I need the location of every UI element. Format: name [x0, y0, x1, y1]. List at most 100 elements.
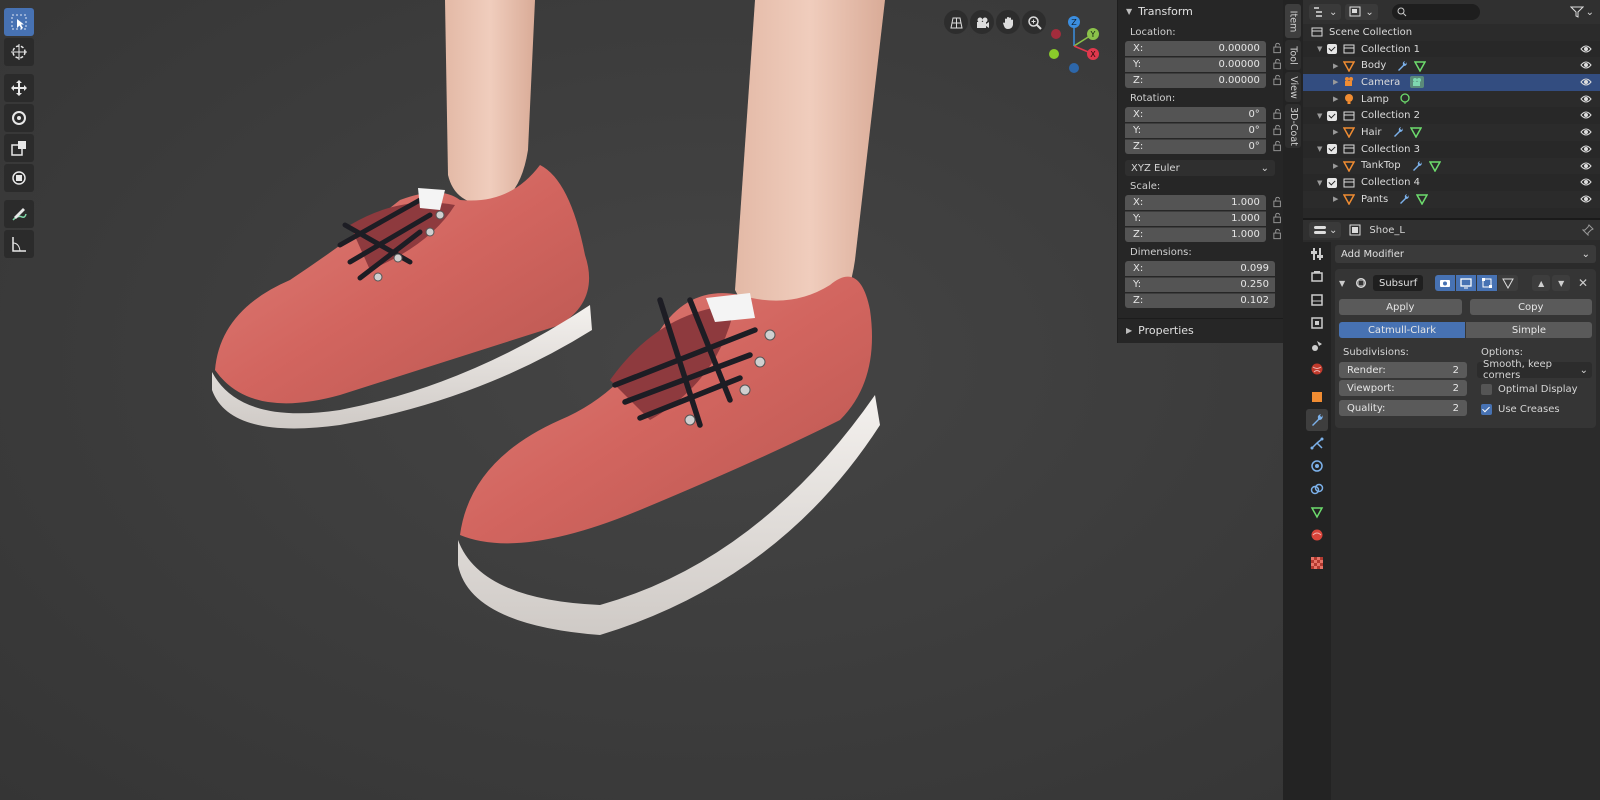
tab-tool-settings[interactable] — [1306, 243, 1328, 265]
expand-arrow-icon[interactable]: ▼ — [1317, 145, 1327, 153]
lock-icon[interactable] — [1272, 212, 1283, 224]
tab-texture[interactable] — [1306, 552, 1328, 574]
wrench-icon[interactable] — [1398, 193, 1410, 205]
eye-icon[interactable] — [1580, 77, 1592, 87]
tab-scene[interactable] — [1306, 335, 1328, 357]
lock-icon[interactable] — [1272, 140, 1283, 152]
lock-icon[interactable] — [1272, 108, 1283, 120]
rotation-mode-select[interactable]: XYZ Euler ⌄ — [1125, 160, 1275, 176]
scale-z-field[interactable]: Z: 1.000 — [1125, 226, 1266, 242]
scale-y-field[interactable]: Y: 1.000 — [1125, 210, 1266, 226]
tab-output[interactable] — [1306, 289, 1328, 311]
mesh-data-icon[interactable] — [1428, 160, 1441, 172]
measure-tool[interactable] — [4, 230, 34, 258]
outliner-row-pants[interactable]: ▶ Pants — [1303, 190, 1600, 208]
expand-arrow-icon[interactable]: ▼ — [1317, 112, 1327, 120]
apply-button[interactable]: Apply — [1339, 299, 1462, 315]
tab-view-layer[interactable] — [1306, 312, 1328, 334]
gizmo-neg-y[interactable] — [1049, 49, 1059, 59]
eye-icon[interactable] — [1580, 127, 1592, 137]
transform-panel-header[interactable]: ▼ Transform — [1118, 0, 1283, 22]
3d-viewport[interactable]: Z Y X — [0, 0, 1283, 800]
tab-material[interactable] — [1306, 524, 1328, 546]
use-creases-row[interactable]: Use Creases — [1477, 400, 1592, 418]
filter-button[interactable]: ⌄ — [1569, 4, 1594, 20]
outliner-row-collection-3[interactable]: ▼ Collection 3 — [1303, 141, 1600, 158]
outliner-search-input[interactable] — [1391, 4, 1480, 20]
mesh-data-icon[interactable] — [1416, 193, 1429, 206]
expand-arrow-icon[interactable]: ▶ — [1333, 62, 1343, 70]
outliner-row-collection-1[interactable]: ▼ Collection 1 — [1303, 41, 1600, 58]
dimensions-y-field[interactable]: Y: 0.250 — [1125, 276, 1275, 292]
transform-tool[interactable] — [4, 164, 34, 192]
lock-icon[interactable] — [1272, 74, 1283, 86]
eye-icon[interactable] — [1580, 60, 1592, 70]
lock-icon[interactable] — [1272, 58, 1283, 70]
collection-checkbox[interactable] — [1327, 177, 1337, 188]
gizmo-neg-x[interactable] — [1051, 29, 1061, 39]
scale-tool[interactable] — [4, 134, 34, 162]
outliner-row-collection-4[interactable]: ▼ Collection 4 — [1303, 174, 1600, 191]
lock-icon[interactable] — [1272, 196, 1283, 208]
location-y-field[interactable]: Y: 0.00000 — [1125, 56, 1266, 72]
tab-view[interactable]: View — [1285, 72, 1301, 102]
outliner-row-camera[interactable]: ▶ Camera — [1303, 74, 1600, 91]
expand-arrow-icon[interactable]: ▶ — [1333, 195, 1343, 203]
viewport-levels-field[interactable]: Viewport: 2 — [1339, 380, 1467, 396]
lock-icon[interactable] — [1272, 42, 1283, 54]
copy-button[interactable]: Copy — [1469, 299, 1592, 315]
cursor-tool[interactable] — [4, 38, 34, 66]
scale-x-field[interactable]: X: 1.000 — [1125, 194, 1266, 210]
toggle-grid-button[interactable] — [944, 10, 968, 34]
tab-item[interactable]: Item — [1285, 4, 1301, 38]
tab-physics[interactable] — [1306, 455, 1328, 477]
expand-arrow-icon[interactable]: ▶ — [1333, 162, 1343, 170]
modifier-name-field[interactable]: Subsurf — [1373, 275, 1424, 291]
pan-view-button[interactable] — [996, 10, 1020, 34]
collection-checkbox[interactable] — [1327, 44, 1337, 55]
tab-modifiers[interactable] — [1306, 409, 1328, 431]
render-levels-field[interactable]: Render: 2 — [1339, 362, 1467, 378]
use-creases-checkbox[interactable] — [1481, 403, 1492, 415]
orientation-gizmo[interactable]: Z Y X — [1048, 14, 1108, 74]
display-mode-button[interactable]: ⌄ — [1345, 4, 1378, 20]
eye-icon[interactable] — [1580, 94, 1592, 104]
outliner-row-collection-2[interactable]: ▼ Collection 2 — [1303, 107, 1600, 124]
collection-checkbox[interactable] — [1327, 144, 1337, 155]
dimensions-x-field[interactable]: X: 0.099 — [1125, 260, 1275, 276]
annotate-tool[interactable] — [4, 200, 34, 228]
collapse-arrow-icon[interactable]: ▼ — [1339, 279, 1349, 288]
wrench-icon[interactable] — [1411, 160, 1423, 172]
move-down-button[interactable]: ▼ — [1552, 275, 1571, 291]
move-tool[interactable] — [4, 74, 34, 102]
tab-tool[interactable]: Tool — [1285, 40, 1301, 70]
lock-icon[interactable] — [1272, 228, 1283, 240]
expand-arrow-icon[interactable]: ▼ — [1317, 45, 1327, 53]
camera-data-icon[interactable] — [1410, 76, 1425, 89]
lock-icon[interactable] — [1272, 124, 1283, 136]
simple-button[interactable]: Simple — [1466, 322, 1592, 338]
expand-arrow-icon[interactable]: ▶ — [1333, 95, 1343, 103]
rotation-x-field[interactable]: X: 0° — [1125, 106, 1266, 122]
location-z-field[interactable]: Z: 0.00000 — [1125, 72, 1266, 88]
optimal-display-row[interactable]: Optimal Display — [1477, 380, 1592, 398]
zoom-view-button[interactable] — [1022, 10, 1046, 34]
mesh-data-icon[interactable] — [1414, 60, 1427, 72]
gizmo-neg-z[interactable] — [1069, 63, 1079, 73]
collection-checkbox[interactable] — [1327, 110, 1337, 121]
eye-icon[interactable] — [1580, 144, 1592, 154]
eye-icon[interactable] — [1580, 44, 1592, 54]
viewport-toggle[interactable] — [1456, 275, 1477, 291]
eye-icon[interactable] — [1580, 177, 1592, 187]
dimensions-z-field[interactable]: Z: 0.102 — [1125, 292, 1275, 308]
render-toggle[interactable] — [1435, 275, 1456, 291]
expand-arrow-icon[interactable]: ▶ — [1333, 78, 1343, 86]
mesh-data-icon[interactable] — [1409, 126, 1422, 139]
eye-icon[interactable] — [1580, 194, 1592, 204]
editor-type-button[interactable]: ⌄ — [1309, 222, 1342, 238]
pin-icon[interactable] — [1582, 224, 1594, 236]
move-up-button[interactable]: ▲ — [1532, 275, 1551, 291]
remove-modifier-button[interactable]: ✕ — [1578, 276, 1588, 290]
outliner-row-body[interactable]: ▶ Body — [1303, 57, 1600, 75]
outliner-row-scene-collection[interactable]: Scene Collection — [1303, 24, 1600, 41]
